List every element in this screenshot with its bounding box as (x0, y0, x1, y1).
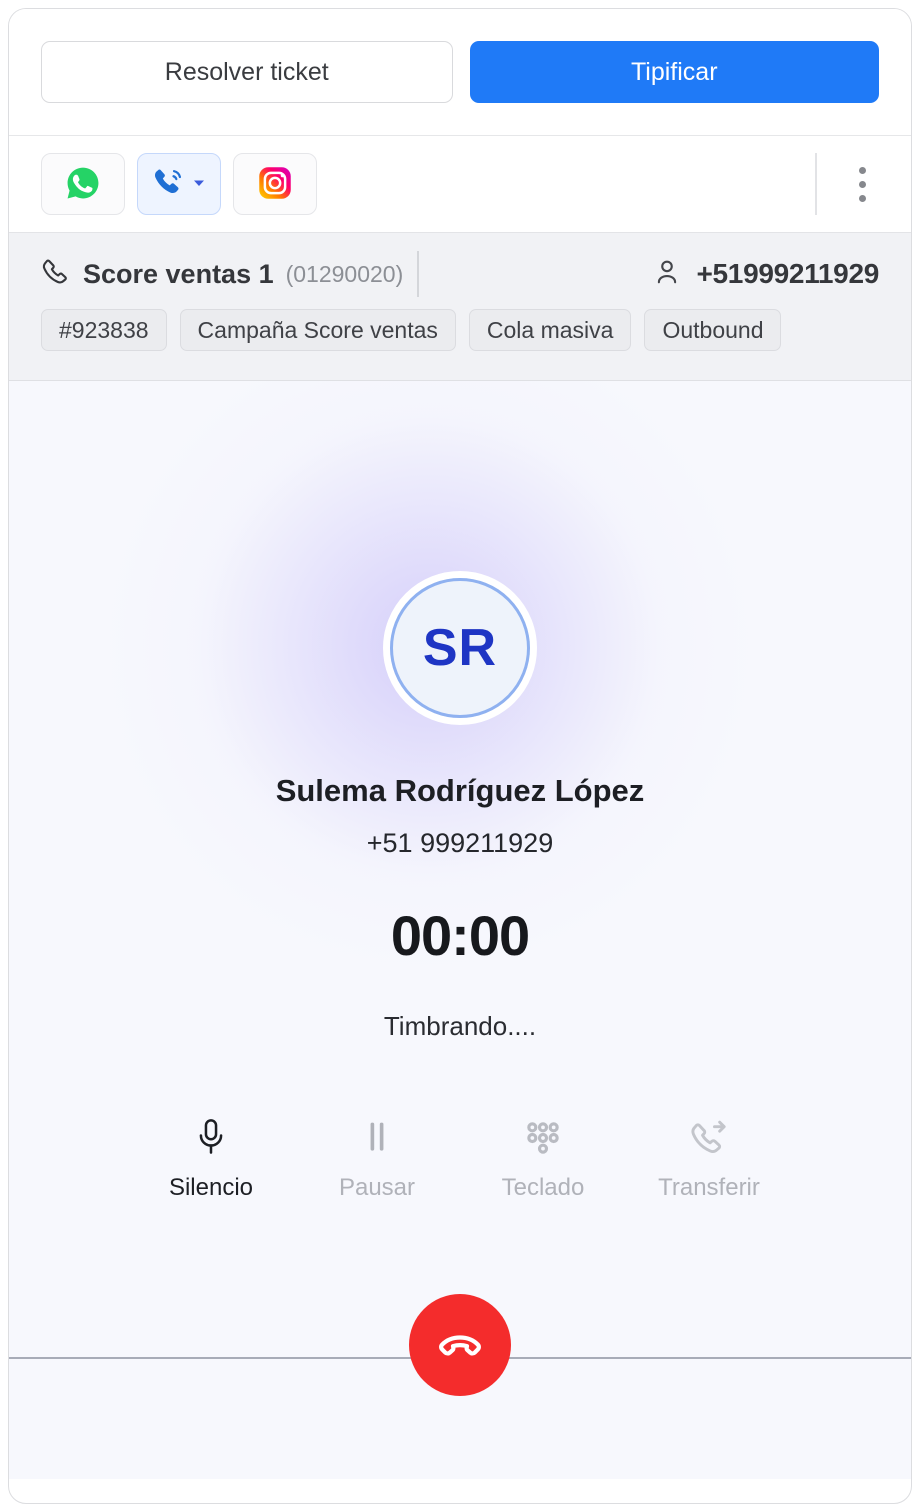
avatar-initials: SR (422, 619, 498, 677)
person-icon (652, 257, 682, 292)
ticket-tag[interactable]: Campaña Score ventas (179, 309, 456, 351)
mute-label: Silencio (168, 1174, 254, 1201)
ticket-code: (01290020) (285, 260, 404, 287)
hangup-button[interactable] (409, 1294, 511, 1396)
microphone-icon (194, 1116, 228, 1160)
ticket-title-group: Score ventas 1 (01290020) (41, 257, 403, 292)
transfer-button[interactable]: Transferir (626, 1116, 792, 1202)
caller-name: Sulema Rodríguez López (275, 773, 645, 808)
ticket-info-bar: Score ventas 1 (01290020) +51999211929 #… (9, 232, 911, 381)
ticket-tags-row: #923838 Campaña Score ventas Cola masiva… (41, 309, 879, 351)
kebab-dot-3 (858, 194, 866, 202)
pause-button[interactable]: Pausar (294, 1116, 460, 1202)
avatar-inner-ring: SR (390, 578, 530, 718)
tipificar-button[interactable]: Tipificar (469, 41, 879, 103)
phone-handset-icon (41, 257, 71, 292)
channel-bar (9, 136, 911, 232)
pause-label: Pausar (338, 1174, 416, 1201)
keypad-button[interactable]: Teclado (460, 1116, 626, 1202)
channel-whatsapp-button[interactable] (41, 153, 125, 215)
dialpad-icon (523, 1116, 563, 1160)
ticket-tag[interactable]: Cola masiva (468, 309, 632, 351)
instagram-icon (257, 165, 293, 204)
call-controls: Silencio Pausar Teclado Transferir (9, 1116, 911, 1202)
ticket-tag[interactable]: Outbound (644, 309, 782, 351)
channel-bar-divider (815, 153, 817, 215)
more-options-button[interactable] (845, 155, 879, 213)
resolve-ticket-button[interactable]: Resolver ticket (41, 41, 453, 103)
active-call-panel: SR Sulema Rodríguez López +51 999211929 … (9, 381, 911, 1479)
hangup-phone-icon (434, 1318, 486, 1373)
kebab-menu-icon (858, 166, 866, 174)
transfer-label: Transferir (658, 1174, 760, 1201)
whatsapp-icon (64, 164, 102, 205)
top-action-bar: Resolver ticket Tipificar (9, 9, 911, 136)
ticket-tag[interactable]: #923838 (41, 309, 167, 351)
chevron-down-icon (191, 175, 207, 194)
mute-button[interactable]: Silencio (128, 1116, 294, 1202)
keypad-label: Teclado (501, 1174, 585, 1201)
avatar: SR (383, 571, 537, 725)
phone-call-icon (151, 165, 187, 204)
kebab-dot-2 (858, 180, 866, 188)
ticket-title-separator (417, 251, 420, 297)
ticket-title: Score ventas 1 (83, 258, 274, 289)
ticket-contact-group: +51999211929 (652, 257, 879, 292)
call-status: Timbrando.... (383, 1011, 537, 1041)
ticket-contact-phone: +51999211929 (696, 258, 879, 289)
phone-forward-icon (688, 1116, 730, 1160)
call-timer: 00:00 (390, 904, 530, 967)
ticket-header-row: Score ventas 1 (01290020) +51999211929 (41, 251, 879, 297)
caller-phone: +51 999211929 (366, 828, 554, 858)
app-window: Resolver ticket Tipificar Score ventas 1… (8, 8, 912, 1504)
channel-instagram-button[interactable] (233, 153, 317, 215)
pause-icon (360, 1116, 394, 1160)
channel-phone-button[interactable] (137, 153, 221, 215)
